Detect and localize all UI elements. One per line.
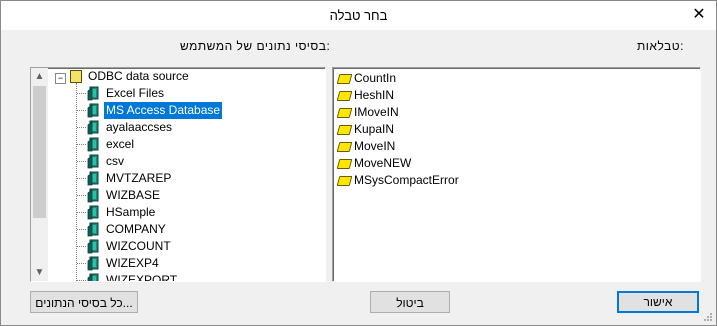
tables-label: טבלאות: bbox=[637, 39, 684, 53]
database-icon bbox=[87, 239, 99, 254]
database-icon bbox=[87, 171, 99, 186]
list-item[interactable]: MoveIN bbox=[336, 138, 396, 155]
tree-item[interactable]: ayalaaccses bbox=[104, 119, 174, 136]
tree-item[interactable]: excel bbox=[104, 136, 136, 153]
database-icon bbox=[87, 154, 99, 169]
tables-list[interactable]: CountIn HeshIN IMoveIN KupaIN MoveIN Mov… bbox=[332, 67, 701, 282]
tree-root[interactable]: ODBC data source bbox=[86, 68, 191, 85]
tree-connector bbox=[77, 161, 86, 162]
tree-connector bbox=[77, 93, 86, 94]
tree-scrollbar[interactable]: ▲ ▼ bbox=[31, 68, 48, 281]
resize-grip-icon[interactable] bbox=[703, 312, 713, 322]
tree-item[interactable]: Excel Files bbox=[104, 85, 166, 102]
list-item[interactable]: HeshIN bbox=[336, 87, 395, 104]
table-icon bbox=[336, 175, 353, 186]
table-name: IMoveIN bbox=[354, 105, 399, 119]
database-icon bbox=[87, 222, 99, 237]
tree-connector bbox=[77, 280, 86, 281]
list-item[interactable]: MoveNEW bbox=[336, 155, 412, 172]
tree-item[interactable]: WIZBASE bbox=[104, 187, 162, 204]
title-bar: בחר טבלה ✕ bbox=[1, 1, 716, 30]
tree-item[interactable]: MVTZAREP bbox=[104, 170, 173, 187]
tree-connector bbox=[77, 195, 86, 196]
tree-item[interactable]: HSample bbox=[104, 204, 157, 221]
table-name: MoveNEW bbox=[354, 156, 412, 170]
database-icon bbox=[87, 205, 99, 220]
tree-connector bbox=[77, 144, 86, 145]
scroll-thumb[interactable] bbox=[33, 86, 46, 218]
tree-connector bbox=[77, 178, 86, 179]
tree-item[interactable]: WIZCOUNT bbox=[104, 238, 173, 255]
scroll-up-icon[interactable]: ▲ bbox=[31, 68, 48, 85]
table-name: KupaIN bbox=[354, 122, 395, 136]
table-name: HeshIN bbox=[354, 88, 395, 102]
all-databases-button[interactable]: כל בסיסי הנתונים... bbox=[30, 291, 138, 313]
table-icon bbox=[336, 90, 353, 101]
dialog-window: בחר טבלה ✕ טבלאות: בסיסי נתונים של המשתמ… bbox=[0, 0, 717, 326]
table-name: MoveIN bbox=[354, 139, 396, 153]
table-name: CountIn bbox=[354, 71, 397, 85]
table-icon bbox=[336, 158, 353, 169]
tree-item[interactable]: csv bbox=[104, 153, 126, 170]
tree-connector bbox=[77, 246, 86, 247]
tree-item[interactable]: MS Access Database bbox=[104, 102, 223, 119]
collapse-icon[interactable]: − bbox=[55, 73, 66, 84]
database-icon bbox=[87, 273, 99, 281]
ok-button[interactable]: אישור bbox=[617, 291, 699, 313]
database-tree[interactable]: ▲ ▼ − ODBC data source Excel Files MS Acc… bbox=[30, 67, 326, 282]
tree-connector bbox=[77, 212, 86, 213]
database-icon bbox=[87, 103, 99, 118]
database-icon bbox=[87, 137, 99, 152]
close-icon[interactable]: ✕ bbox=[690, 6, 708, 24]
tree-connector bbox=[76, 83, 77, 281]
table-name: MSysCompactError bbox=[354, 173, 459, 187]
list-item[interactable]: KupaIN bbox=[336, 121, 395, 138]
database-icon bbox=[87, 120, 99, 135]
scroll-down-icon[interactable]: ▼ bbox=[31, 264, 48, 281]
database-icon bbox=[87, 256, 99, 271]
user-databases-label: בסיסי נתונים של המשתמש: bbox=[180, 39, 331, 53]
tree-connector bbox=[77, 263, 86, 264]
tree-connector bbox=[77, 229, 86, 230]
tree-item[interactable]: WIZEXPORT bbox=[104, 272, 179, 281]
dialog-title: בחר טבלה bbox=[329, 8, 388, 23]
database-icon bbox=[87, 188, 99, 203]
tree-connector bbox=[77, 127, 86, 128]
table-icon bbox=[336, 124, 353, 135]
list-item[interactable]: CountIn bbox=[336, 70, 397, 87]
table-icon bbox=[336, 141, 353, 152]
tree-connector bbox=[77, 110, 86, 111]
list-item[interactable]: IMoveIN bbox=[336, 104, 399, 121]
tree-item[interactable]: COMPANY bbox=[104, 221, 168, 238]
database-icon bbox=[87, 86, 99, 101]
table-icon bbox=[336, 107, 353, 118]
cancel-button[interactable]: ביטול bbox=[370, 291, 450, 313]
table-icon bbox=[336, 73, 353, 84]
tree-item[interactable]: WIZEXP4 bbox=[104, 255, 161, 272]
list-item[interactable]: MSysCompactError bbox=[336, 172, 459, 189]
odbc-folder-icon bbox=[70, 70, 82, 83]
